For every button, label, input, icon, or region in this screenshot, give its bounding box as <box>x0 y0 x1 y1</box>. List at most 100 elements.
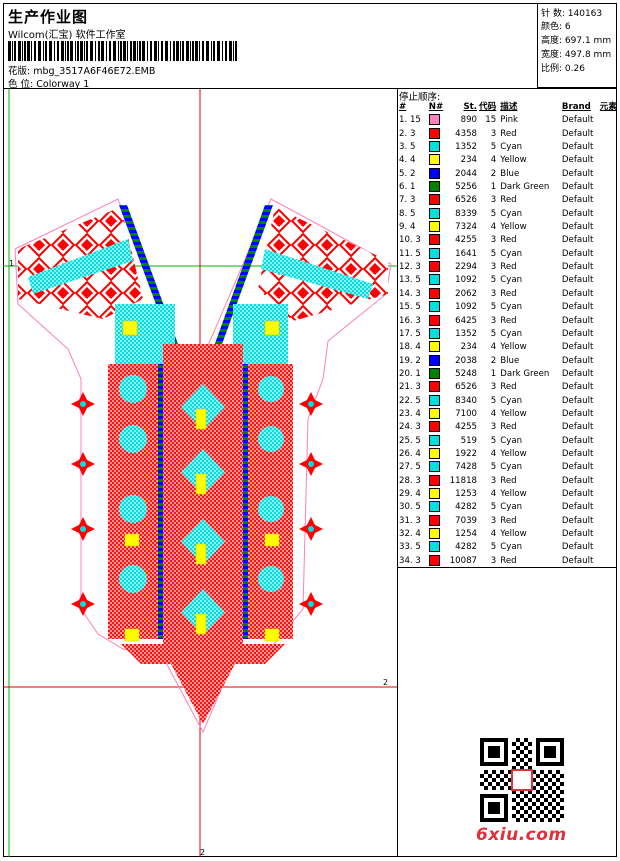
row-description: Red <box>500 288 517 299</box>
row-index: 27. 5 <box>399 462 421 473</box>
swatch-box <box>428 287 440 299</box>
row-code: 5 <box>490 302 497 313</box>
col-header-description: 描述 <box>500 102 518 112</box>
swatch-box <box>428 501 440 513</box>
table-row: 6. 1 5256 1 Dark Green Default <box>397 181 617 194</box>
swatch-box <box>428 381 440 393</box>
table-row: 23. 4 7100 4 Yellow Default <box>397 407 617 421</box>
color-swatch <box>428 181 443 194</box>
row-description: Yellow <box>500 155 527 166</box>
swatch-box <box>428 207 440 219</box>
row-element <box>600 395 617 408</box>
row-code: 5 <box>490 395 497 406</box>
row-stitches: 1092 <box>455 302 478 313</box>
swatch-box <box>428 327 440 339</box>
row-brand: Default <box>561 448 594 459</box>
row-description: Yellow <box>500 448 527 459</box>
row-brand: Default <box>561 168 594 179</box>
swatch-box <box>428 247 440 259</box>
table-row: 18. 4 234 4 Yellow Default <box>397 341 617 354</box>
row-index: 1. 15 <box>399 115 421 126</box>
row-brand: Default <box>561 115 594 126</box>
table-row: 2. 3 4358 3 Red Default <box>397 127 617 141</box>
row-element <box>600 421 617 434</box>
color-swatch <box>428 421 443 434</box>
row-element <box>600 154 617 167</box>
color-swatch <box>428 541 443 554</box>
row-index: 9. 4 <box>399 222 416 233</box>
row-stitches: 2294 <box>455 262 478 273</box>
color-swatch <box>428 194 443 207</box>
color-swatch <box>428 381 443 394</box>
col-header-needle: N# <box>428 102 444 112</box>
row-description: Pink <box>500 115 519 126</box>
row-brand: Default <box>561 128 594 139</box>
row-description: Cyan <box>500 275 523 286</box>
row-element <box>600 141 617 154</box>
row-element <box>600 461 617 474</box>
color-swatch <box>428 341 443 354</box>
row-code: 1 <box>490 368 497 379</box>
table-row: 31. 3 7039 3 Red Default <box>397 514 617 528</box>
row-stitches: 11818 <box>449 475 478 486</box>
row-description: Red <box>500 475 517 486</box>
color-swatch <box>428 434 443 448</box>
row-code: 5 <box>490 275 497 286</box>
row-element <box>600 541 617 554</box>
row-code: 3 <box>490 315 497 326</box>
stat-colors: 颜色: 6 <box>541 22 571 32</box>
row-index: 23. 4 <box>399 408 421 419</box>
row-code: 2 <box>490 168 497 179</box>
row-index: 8. 5 <box>399 208 416 219</box>
table-row: 21. 3 6526 3 Red Default <box>397 381 617 394</box>
table-row: 28. 3 11818 3 Red Default <box>397 474 617 488</box>
color-swatch <box>428 127 443 141</box>
row-element <box>600 315 617 328</box>
row-brand: Default <box>561 155 594 166</box>
design-stats: 针 数: 140163 颜色: 6 高度: 697.1 mm 宽度: 497.8… <box>537 3 617 88</box>
row-stitches: 6526 <box>455 195 478 206</box>
row-brand: Default <box>561 195 594 206</box>
row-code: 3 <box>490 262 497 273</box>
row-brand: Default <box>561 395 594 406</box>
row-index: 7. 3 <box>399 195 416 206</box>
row-index: 22. 5 <box>399 395 421 406</box>
col-header-index: # <box>399 102 407 112</box>
row-code: 3 <box>490 235 497 246</box>
row-index: 15. 5 <box>399 302 421 313</box>
row-stitches: 4255 <box>455 235 478 246</box>
table-row: 10. 3 4255 3 Red Default <box>397 234 617 247</box>
row-element <box>600 328 617 341</box>
header: 生产作业图 Wilcom(汇宝) 软件工作室 花版: mbg_3517A6F46… <box>4 4 537 90</box>
swatch-box <box>428 274 440 286</box>
table-row: 14. 3 2062 3 Red Default <box>397 287 617 301</box>
row-code: 3 <box>490 515 497 526</box>
row-code: 4 <box>490 408 497 419</box>
row-code: 5 <box>490 502 497 513</box>
row-element <box>600 248 617 261</box>
row-stitches: 7039 <box>455 515 478 526</box>
color-swatch <box>428 407 443 421</box>
panel-divider <box>397 567 617 568</box>
row-description: Red <box>500 235 517 246</box>
row-code: 5 <box>490 542 497 553</box>
swatch-box <box>428 341 440 353</box>
row-element <box>600 515 617 528</box>
swatch-box <box>428 528 440 539</box>
row-element <box>600 435 617 448</box>
row-brand: Default <box>561 315 594 326</box>
swatch-box <box>428 394 440 406</box>
row-index: 17. 5 <box>399 328 421 339</box>
row-element <box>600 408 617 421</box>
color-swatch <box>428 141 443 154</box>
row-element <box>600 448 617 461</box>
swatch-box <box>428 181 440 193</box>
row-brand: Default <box>561 542 594 553</box>
row-element <box>600 301 617 314</box>
row-element <box>600 261 617 274</box>
row-stitches: 6526 <box>455 382 478 393</box>
row-index: 32. 4 <box>399 529 421 539</box>
row-brand: Default <box>561 382 594 393</box>
row-code: 3 <box>490 422 497 433</box>
table-row: 27. 5 7428 5 Cyan Default <box>397 461 617 474</box>
